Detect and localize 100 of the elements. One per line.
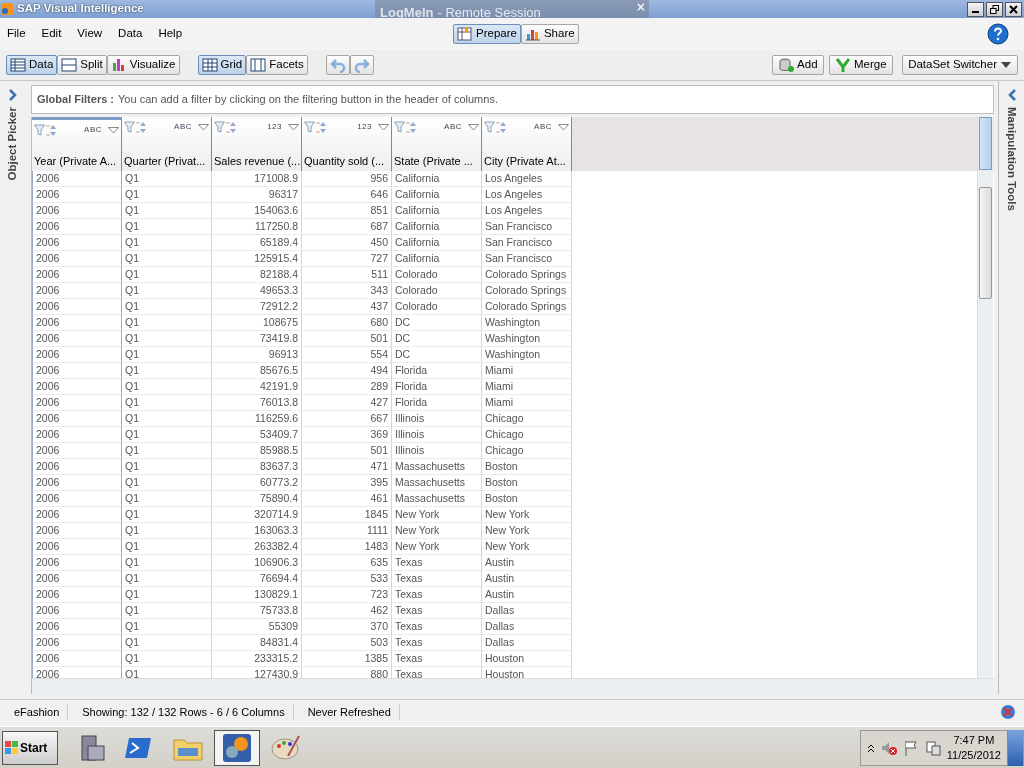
filter-icon[interactable] xyxy=(394,121,405,134)
mode-tab[interactable]: Share xyxy=(520,24,579,44)
table-cell: Q1 xyxy=(122,442,212,459)
table-cell: Q1 xyxy=(122,330,212,347)
table-cell: 130829.1 xyxy=(212,586,302,603)
scroll-thumb[interactable] xyxy=(979,186,992,299)
redo-button[interactable] xyxy=(349,55,374,75)
chevron-up-icon[interactable] xyxy=(866,742,875,753)
menu-item[interactable]: Help xyxy=(158,25,183,43)
caret-icon[interactable] xyxy=(288,123,299,131)
view-tab[interactable]: Split xyxy=(57,55,107,75)
table-cell: 2006 xyxy=(32,282,122,299)
table-cell: 501 xyxy=(302,330,392,347)
table-cell: Miami xyxy=(482,378,572,395)
table-cell: 76694.4 xyxy=(212,570,302,587)
flag-icon[interactable] xyxy=(902,739,919,756)
close-button[interactable] xyxy=(1005,1,1022,17)
panel-title[interactable]: Manipulation Tools xyxy=(1002,107,1021,211)
menu-item[interactable]: Data xyxy=(118,25,143,43)
table-cell: 2006 xyxy=(32,442,122,459)
table-cell: Q1 xyxy=(122,186,212,203)
help-icon[interactable] xyxy=(987,23,1009,45)
table-cell: 450 xyxy=(302,234,392,251)
layout-tab[interactable]: Facets xyxy=(246,55,308,75)
vertical-scrollbar[interactable] xyxy=(977,116,993,678)
filter-icon[interactable] xyxy=(484,121,495,134)
restore-button[interactable] xyxy=(986,1,1003,17)
sort-icon[interactable] xyxy=(315,120,326,134)
app-logo-icon xyxy=(0,2,14,16)
table-cell: 2006 xyxy=(32,266,122,283)
sort-icon[interactable] xyxy=(405,120,416,134)
table-cell: Texas xyxy=(392,554,482,571)
sort-icon[interactable] xyxy=(135,120,146,134)
menu-item[interactable]: Edit xyxy=(41,25,62,43)
column-header[interactable]: ABC Quarter (Privat... xyxy=(122,116,212,171)
table-cell: 437 xyxy=(302,298,392,315)
filter-icon[interactable] xyxy=(304,121,315,134)
undo-button[interactable] xyxy=(325,55,350,75)
table-cell: 75733.8 xyxy=(212,602,302,619)
table-cell: Q1 xyxy=(122,362,212,379)
caret-icon[interactable] xyxy=(558,123,569,131)
table-cell: 2006 xyxy=(32,570,122,587)
menu-item[interactable]: View xyxy=(77,25,103,43)
table-cell: 369 xyxy=(302,426,392,443)
type-label: ABC xyxy=(174,121,192,134)
sort-icon[interactable] xyxy=(45,123,56,137)
status-text: Showing: 132 / 132 Rows - 6 / 6 Columns xyxy=(68,703,294,720)
table-cell: Q1 xyxy=(122,570,212,587)
taskbar-app[interactable] xyxy=(214,729,260,766)
column-header[interactable]: 123 Sales revenue (... xyxy=(212,116,302,171)
caret-icon[interactable] xyxy=(378,123,389,131)
table-cell: 511 xyxy=(302,266,392,283)
table-cell: 2006 xyxy=(32,634,122,651)
minimize-button[interactable] xyxy=(967,1,984,17)
column-header[interactable]: ABC City (Private At... xyxy=(482,116,572,171)
circles-icon xyxy=(221,731,253,764)
toolbar-button[interactable]: Merge xyxy=(829,55,893,75)
view-tab[interactable]: Data xyxy=(6,55,58,75)
view-tab[interactable]: Visualize xyxy=(106,55,180,75)
table-cell: 2006 xyxy=(32,170,122,187)
table-cell: 82188.4 xyxy=(212,266,302,283)
session-title: - Remote Session xyxy=(437,4,541,23)
column-header[interactable]: ABC Year (Private A... xyxy=(32,116,122,171)
filter-icon[interactable] xyxy=(124,121,135,134)
dataset-switcher-dropdown[interactable]: DataSet Switcher xyxy=(902,55,1018,75)
column-header[interactable]: ABC State (Private ... xyxy=(392,116,482,171)
table-cell: 687 xyxy=(302,218,392,235)
filter-icon[interactable] xyxy=(214,121,225,134)
table-cell: New York xyxy=(482,538,572,555)
toolbar-button[interactable]: Add xyxy=(772,55,824,75)
table-cell: Dallas xyxy=(482,634,572,651)
table-cell: Miami xyxy=(482,362,572,379)
sort-icon[interactable] xyxy=(495,120,506,134)
mode-tab[interactable]: Prepare xyxy=(453,24,521,44)
sort-icon[interactable] xyxy=(225,120,236,134)
filter-icon[interactable] xyxy=(34,124,45,137)
collapse-chevron-icon[interactable] xyxy=(1006,89,1017,101)
restore-icon xyxy=(990,4,999,14)
layout-tab[interactable]: Grid xyxy=(197,55,247,75)
caret-icon[interactable] xyxy=(198,123,209,131)
column-header[interactable]: 123 Quantity sold (... xyxy=(302,116,392,171)
show-desktop-button[interactable] xyxy=(1007,729,1023,766)
table-cell: 1111 xyxy=(302,522,392,539)
expand-chevron-icon[interactable] xyxy=(7,89,18,101)
start-button[interactable]: Start xyxy=(2,730,58,765)
table-cell: DC xyxy=(392,330,482,347)
menu-item[interactable]: File xyxy=(7,25,26,43)
caret-icon[interactable] xyxy=(468,123,479,131)
table-cell: 85988.5 xyxy=(212,442,302,459)
table-cell: Q1 xyxy=(122,378,212,395)
table-cell: 2006 xyxy=(32,378,122,395)
caret-icon[interactable] xyxy=(108,126,119,134)
horizontal-scrollbar[interactable] xyxy=(32,678,994,694)
table-cell: Massachusetts xyxy=(392,490,482,507)
network-icon[interactable] xyxy=(924,739,941,756)
network-refresh-icon xyxy=(1000,703,1016,720)
table-cell: Massachusetts xyxy=(392,458,482,475)
table-cell: San Francisco xyxy=(482,250,572,267)
header-scroll-thumb[interactable] xyxy=(979,116,992,170)
panel-title[interactable]: Object Picker xyxy=(3,107,22,181)
